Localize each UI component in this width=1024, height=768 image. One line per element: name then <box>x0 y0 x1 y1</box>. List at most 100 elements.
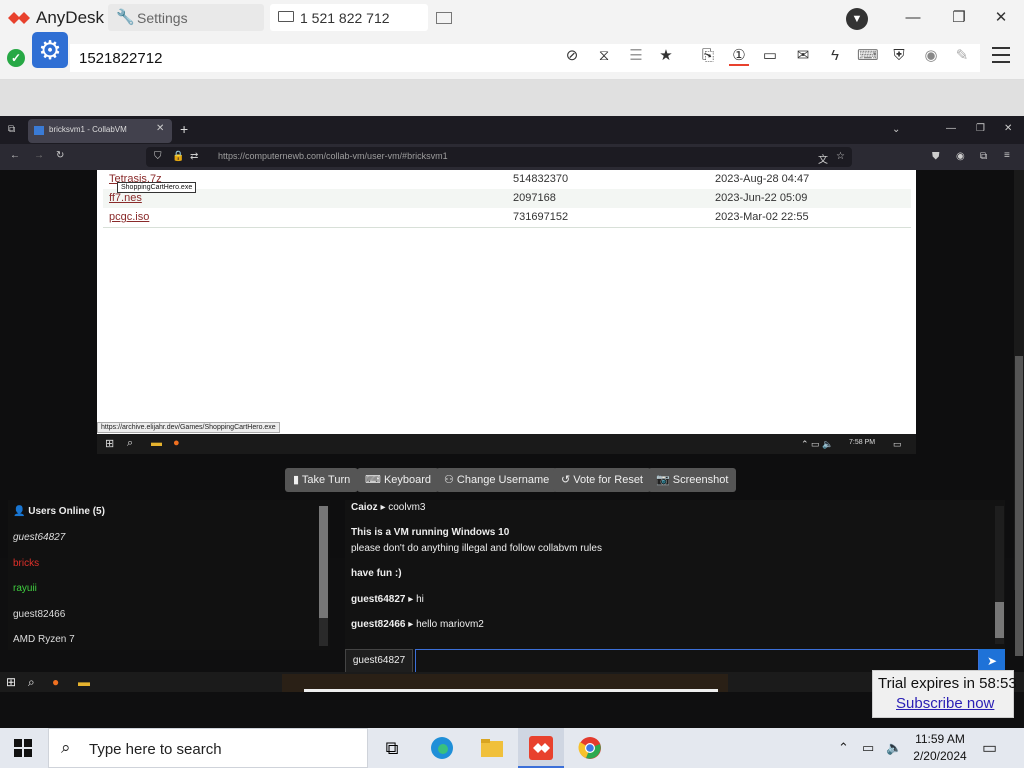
ff-minimize-button[interactable]: — <box>946 123 956 134</box>
chat-username: guest64827 <box>345 649 413 673</box>
chat-message: please don't do anything illegal and fol… <box>351 543 602 554</box>
reload-icon[interactable]: ↻ <box>56 150 64 161</box>
forward-icon[interactable]: → <box>34 150 44 161</box>
user-item[interactable]: guest82466 <box>13 609 65 620</box>
close-button[interactable]: ✕ <box>986 6 1016 30</box>
pen-icon[interactable]: ✎ <box>952 46 972 66</box>
database-icon[interactable]: ☰ <box>626 46 646 66</box>
firefox-tab-title: bricksvm1 - CollabVM <box>49 125 127 134</box>
vm-firefox-icon[interactable]: ● <box>173 437 180 449</box>
task-view-icon[interactable]: ⧉ <box>380 736 404 760</box>
vm-screen[interactable]: Tetrasis.7z 514832370 2023-Aug-28 04:47 … <box>97 170 916 434</box>
vm-start-icon[interactable]: ⊞ <box>105 437 114 450</box>
translate-icon[interactable]: 文 <box>818 151 828 166</box>
new-tab-icon[interactable] <box>436 12 452 24</box>
remote-search-icon[interactable]: ⌕ <box>28 675 35 690</box>
chat-icon[interactable]: ✉ <box>793 46 813 66</box>
pocket-icon[interactable]: ⛊ <box>932 151 940 162</box>
url-bar[interactable]: ⛉ 🔒 ⇄ https://computernewb.com/collab-vm… <box>146 147 852 167</box>
volume-icon[interactable]: 🔈 <box>886 740 902 756</box>
remote-folder-icon[interactable]: ▬ <box>78 675 90 689</box>
edge-icon[interactable] <box>430 736 454 760</box>
tracking-shield-icon[interactable]: ⛉ <box>154 151 162 162</box>
star-icon[interactable]: ★ <box>656 46 676 66</box>
take-turn-button[interactable]: ▮ Take Turn <box>285 468 359 492</box>
anydesk-task-button[interactable] <box>518 728 564 768</box>
clock-date[interactable]: 2/20/2024 <box>906 749 974 763</box>
clock-time[interactable]: 11:59 AM <box>906 732 974 746</box>
chat-panel: Caioz ▸ coolvm3 This is a VM running Win… <box>345 500 1005 650</box>
tab-list-chevron-icon[interactable]: ⌄ <box>892 124 900 135</box>
display-icon[interactable]: ▭ <box>760 46 780 66</box>
vm-clock: 7:58 PM <box>849 439 876 446</box>
vm-folder-icon[interactable]: ▬ <box>151 437 162 449</box>
ff-menu-icon[interactable]: ≡ <box>1004 150 1010 161</box>
restore-button[interactable]: ❐ <box>944 6 974 30</box>
remote-desktop[interactable]: ⧉ bricksvm1 - CollabVM ✕ + ⌄ — ❐ ✕ ← → ↻… <box>0 80 1024 728</box>
remote-start-icon[interactable]: ⊞ <box>6 675 16 689</box>
ff-close-button[interactable]: ✕ <box>1004 123 1012 134</box>
account-icon[interactable]: ◉ <box>956 151 965 162</box>
tab-remote-session[interactable]: 1 521 822 712 <box>270 4 428 31</box>
subscribe-link[interactable]: Subscribe now <box>896 695 994 712</box>
chrome-icon[interactable] <box>578 736 602 760</box>
user-item[interactable]: rayuii <box>13 583 37 594</box>
vm-search-icon[interactable]: ⌕ <box>127 437 133 450</box>
anydesk-toolbar: ✓ 1521822712 ⊘ ⧖ ☰ ★ ⎘ ① ▭ ✉ ϟ ⌨ ⛨ ◉ ✎ <box>0 36 1024 80</box>
file-explorer-icon[interactable] <box>480 736 504 760</box>
network-icon[interactable]: ▭ <box>862 740 874 756</box>
vote-reset-button[interactable]: ↺ Vote for Reset <box>553 468 651 492</box>
tab-settings[interactable]: 🔧 Settings <box>108 4 264 31</box>
lock-icon[interactable]: 🔒 <box>172 151 184 162</box>
record-icon[interactable]: ◉ <box>921 46 941 66</box>
firefox-tab[interactable]: bricksvm1 - CollabVM ✕ <box>28 119 172 143</box>
gear-icon[interactable]: ⚙ <box>32 32 68 68</box>
back-icon[interactable]: ← <box>10 150 20 161</box>
download-menu-icon[interactable]: ▼ <box>846 8 868 30</box>
shield-icon[interactable]: ⛨ <box>889 46 909 66</box>
page-scrollbar[interactable] <box>1014 170 1024 656</box>
ff-restore-button[interactable]: ❐ <box>976 123 985 134</box>
taskbar-search[interactable]: ⌕ Type here to search <box>48 728 368 768</box>
notification-icon[interactable]: ▭ <box>982 738 997 758</box>
change-username-label: Change Username <box>456 474 550 486</box>
file-date: 2023-Aug-28 04:47 <box>715 173 810 185</box>
trial-notice: Trial expires in 58:53 Subscribe now <box>872 670 1017 718</box>
file-transfer-icon[interactable]: ⎘ <box>698 46 718 66</box>
change-username-button[interactable]: ⚇ Change Username <box>436 468 558 492</box>
permissions-icon[interactable]: ⇄ <box>190 151 198 162</box>
collabvm-favicon-icon <box>34 126 44 135</box>
vm-taskbar: ⊞ ⌕ ▬ ● ⌃ ▭ 🔈 7:58 PM ▭ <box>97 434 916 454</box>
vm-notification-icon[interactable]: ▭ <box>893 439 902 450</box>
extensions-icon[interactable]: ⧉ <box>980 151 987 162</box>
user-item[interactable]: bricks <box>13 558 39 569</box>
minimize-button[interactable]: — <box>898 6 928 30</box>
keyboard-icon[interactable]: ⌨ <box>857 46 879 66</box>
chat-text: hello mariovm2 <box>416 619 484 630</box>
remote-firefox-icon[interactable]: ● <box>52 675 59 689</box>
user-item[interactable]: AMD Ryzen 7 <box>13 634 75 645</box>
hourglass-icon[interactable]: ⧖ <box>594 46 614 66</box>
hamburger-menu-icon[interactable] <box>992 47 1010 63</box>
users-scrollbar[interactable] <box>319 506 328 646</box>
monitor-select-icon[interactable]: ① <box>729 46 749 66</box>
file-link[interactable]: pcgc.iso <box>109 211 149 223</box>
tab-remote-label: 1 521 822 712 <box>300 10 390 26</box>
start-icon[interactable] <box>14 739 32 757</box>
chat-scrollbar[interactable] <box>995 506 1004 644</box>
tray-chevron-icon[interactable]: ⌃ <box>838 740 849 756</box>
address-value: 1521822712 <box>79 50 163 67</box>
firefox-navbar: ← → ↻ ⛉ 🔒 ⇄ https://computernewb.com/col… <box>0 144 1024 170</box>
tab-overview-icon[interactable]: ⧉ <box>8 124 15 135</box>
lightning-icon[interactable]: ϟ <box>825 46 845 66</box>
anydesk-logo-icon <box>8 12 30 24</box>
new-tab-plus-icon[interactable]: + <box>180 121 188 137</box>
privacy-icon[interactable]: ⊘ <box>562 46 582 66</box>
bookmark-star-icon[interactable]: ☆ <box>836 151 845 162</box>
screenshot-button[interactable]: 📷 Screenshot <box>648 468 737 492</box>
tab-close-icon[interactable]: ✕ <box>156 123 164 134</box>
file-link[interactable]: ff7.nes <box>109 192 142 204</box>
file-listing: Tetrasis.7z 514832370 2023-Aug-28 04:47 … <box>103 170 911 228</box>
keyboard-button[interactable]: ⌨ Keyboard <box>357 468 440 492</box>
user-item[interactable]: guest64827 <box>13 532 65 543</box>
